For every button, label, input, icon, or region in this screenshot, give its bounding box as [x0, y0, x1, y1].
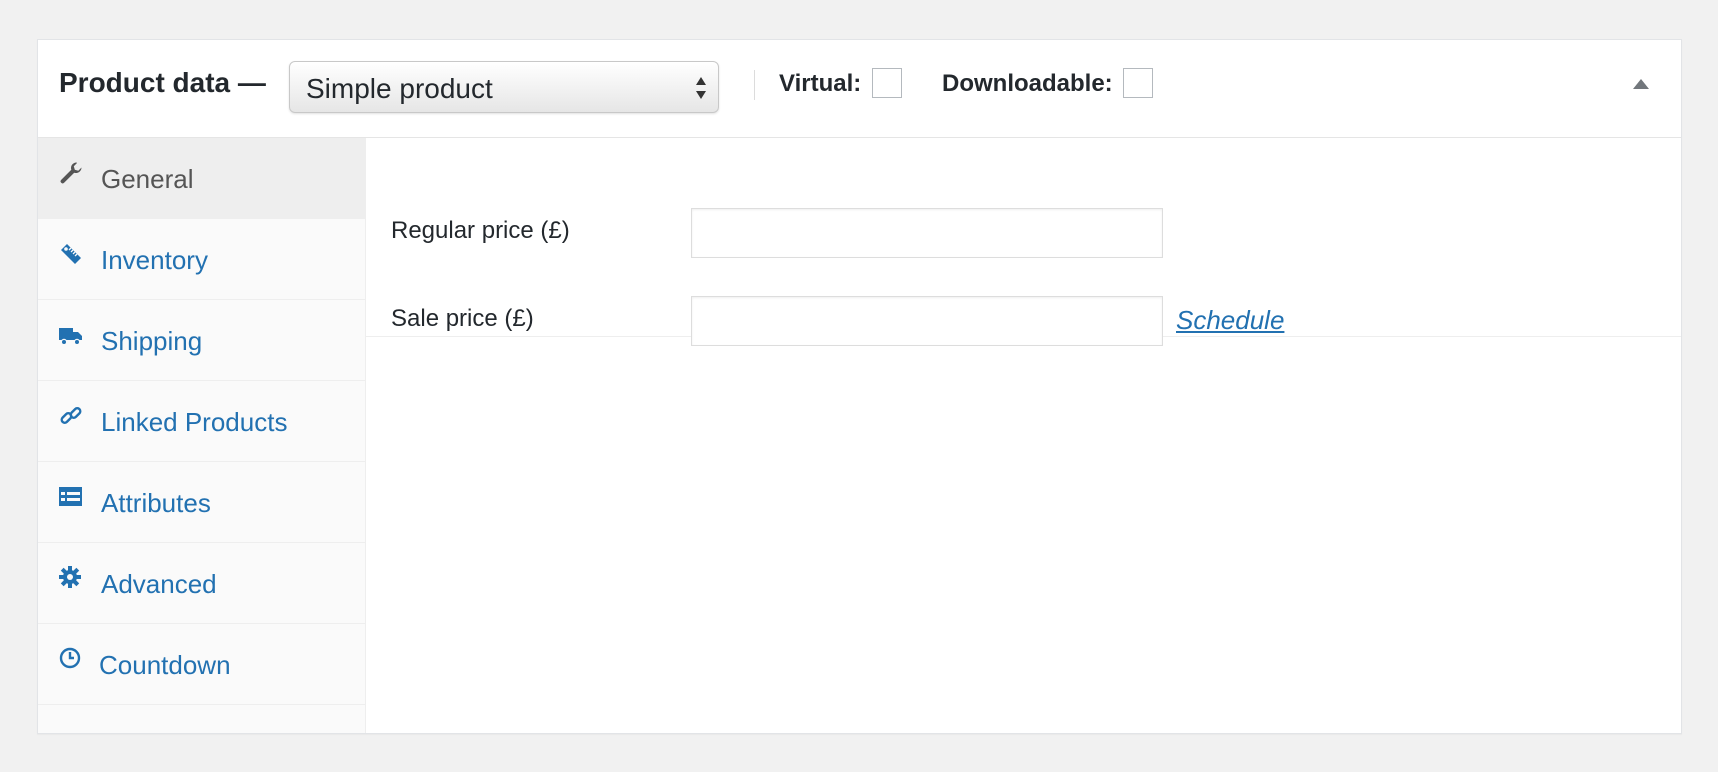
clock-icon — [59, 647, 81, 669]
tag-icon — [61, 244, 81, 264]
tab-linked-products[interactable]: Linked Products — [38, 381, 365, 462]
tab-label: Countdown — [99, 650, 231, 680]
regular-price-input[interactable] — [691, 208, 1163, 258]
product-data-tabs: General Inventory Shipping Linked Produc… — [38, 138, 366, 733]
product-type-value: Simple product — [306, 73, 493, 104]
tab-general[interactable]: General — [38, 138, 365, 219]
wrench-icon — [60, 162, 82, 184]
gear-icon — [59, 566, 81, 588]
regular-price-label: Regular price (£) — [391, 217, 570, 244]
tab-shipping[interactable]: Shipping — [38, 300, 365, 381]
tab-label: General — [101, 164, 194, 194]
link-icon — [60, 407, 82, 424]
tab-countdown[interactable]: Countdown — [38, 624, 365, 705]
tab-label: Linked Products — [101, 407, 288, 437]
schedule-link[interactable]: Schedule — [1176, 305, 1284, 335]
collapse-toggle-icon[interactable] — [1631, 76, 1651, 92]
tab-label: Inventory — [101, 245, 208, 275]
tab-advanced[interactable]: Advanced — [38, 543, 365, 624]
sale-price-label: Sale price (£) — [391, 305, 534, 332]
virtual-label: Virtual: — [779, 70, 862, 97]
downloadable-label: Downloadable: — [942, 70, 1113, 97]
downloadable-checkbox[interactable] — [1123, 68, 1153, 98]
panel-title: Product data — — [59, 67, 266, 98]
product-type-select[interactable]: Simple product — [289, 61, 719, 113]
panel-header: Product data — Simple product Virtual: D… — [38, 40, 1681, 138]
virtual-checkbox[interactable] — [872, 68, 902, 98]
product-data-panel: Product data — Simple product Virtual: D… — [37, 39, 1682, 734]
header-divider — [754, 70, 755, 100]
tab-label: Shipping — [101, 326, 203, 356]
truck-icon — [59, 328, 82, 346]
tab-label: Advanced — [101, 569, 217, 599]
list-icon — [59, 487, 82, 506]
tab-label: Attributes — [101, 488, 211, 518]
select-arrows-icon — [696, 77, 706, 99]
general-panel: Regular price (£) Sale price (£) Schedul… — [366, 138, 1681, 346]
sale-price-input[interactable] — [691, 296, 1163, 346]
tab-inventory[interactable]: Inventory — [38, 219, 365, 300]
tab-attributes[interactable]: Attributes — [38, 462, 365, 543]
